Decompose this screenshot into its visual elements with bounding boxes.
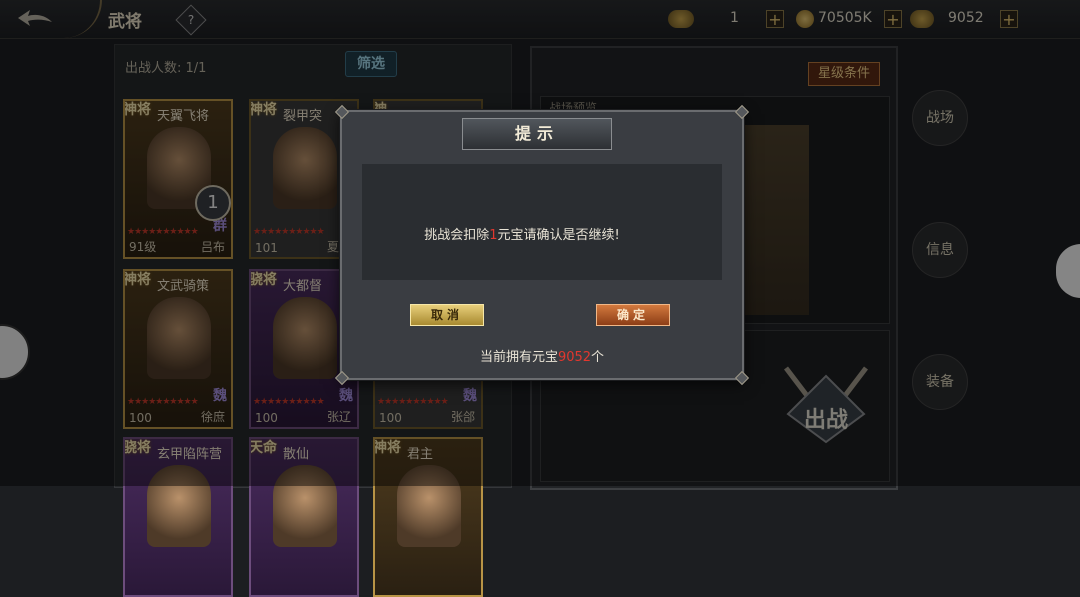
message-box: [362, 164, 722, 280]
dialog-title: 提示: [462, 118, 612, 150]
message-cost: 1: [489, 228, 498, 243]
cancel-button[interactable]: 取消: [410, 304, 484, 326]
confirm-dialog: 提示 挑战会扣除1元宝请确认是否继续! 取消 确定 当前拥有元宝9052个: [334, 104, 750, 386]
confirm-button[interactable]: 确定: [596, 304, 670, 326]
owned-ingots-text: 当前拥有元宝9052个: [342, 346, 742, 365]
owned-amount: 9052: [557, 350, 592, 365]
message-prefix: 挑战会扣除: [424, 228, 490, 243]
dialog-message: 挑战会扣除1元宝请确认是否继续!: [342, 224, 702, 243]
owned-suffix: 个: [591, 350, 605, 365]
message-suffix: 元宝请确认是否继续!: [497, 228, 620, 243]
owned-prefix: 当前拥有元宝: [479, 350, 558, 365]
